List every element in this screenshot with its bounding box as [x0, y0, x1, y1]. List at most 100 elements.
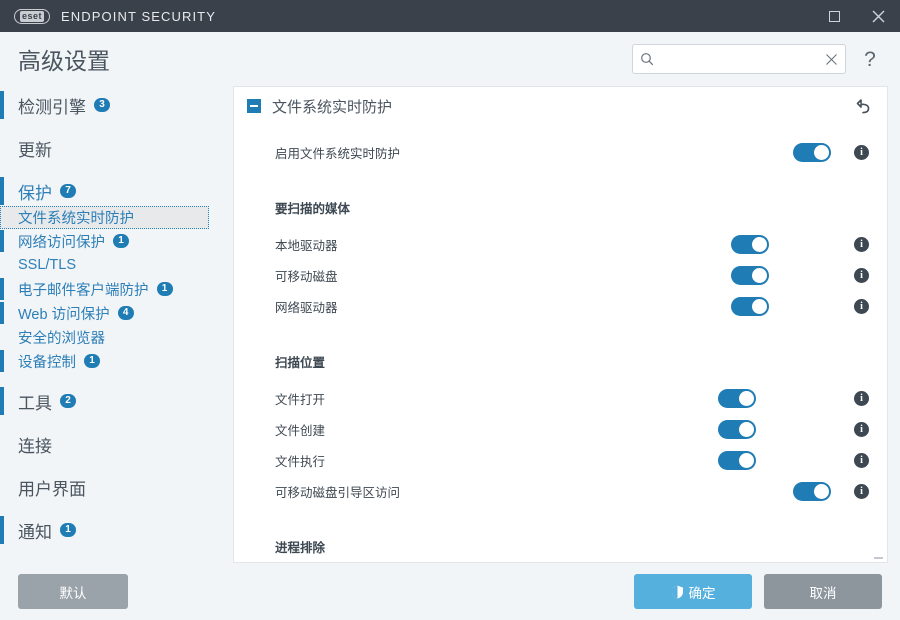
setting-label: 文件创建	[275, 424, 326, 438]
revert-button[interactable]	[856, 98, 873, 115]
sidebar-item-5[interactable]: SSL/TLS	[0, 253, 226, 277]
setting-controls: i	[338, 260, 869, 291]
nav-accent-bar	[0, 387, 4, 415]
setting-row: 可移动磁盘引导区访问 i	[234, 476, 887, 507]
setting-label: 可移动磁盘引导区访问	[275, 486, 401, 500]
sidebar-item-label: 设备控制	[18, 354, 76, 371]
info-icon[interactable]: i	[854, 237, 869, 252]
setting-toggle[interactable]	[718, 420, 757, 439]
cancel-button[interactable]: 取消	[764, 574, 882, 609]
sidebar-item-9[interactable]: 设备控制 1	[0, 349, 226, 373]
setting-controls: i	[400, 476, 869, 507]
setting-row: 启用文件系统实时防护 i	[234, 137, 887, 168]
setting-row: 网络驱动器 i	[234, 291, 887, 322]
nav-badge: 7	[60, 184, 76, 198]
sidebar-item-0[interactable]: 检测引擎 3	[0, 90, 226, 120]
nav-badge: 1	[113, 234, 129, 248]
panel-title: 文件系统实时防护	[272, 98, 393, 116]
footer-bar: 默认 确定 取消	[0, 563, 900, 620]
setting-toggle[interactable]	[793, 482, 832, 501]
sidebar-item-label: 通知	[18, 522, 52, 542]
setting-label: 文件执行	[275, 455, 326, 469]
nav-badge: 4	[117, 306, 134, 320]
setting-toggle[interactable]	[793, 143, 832, 162]
setting-toggle[interactable]	[718, 389, 757, 408]
sidebar-item-6[interactable]: 电子邮件客户端防护 1	[0, 277, 226, 301]
setting-label: 网络驱动器	[275, 301, 338, 315]
help-button[interactable]: ?	[856, 49, 884, 70]
maximize-button[interactable]	[812, 0, 856, 32]
settings-panel: 文件系统实时防护 启用文件系统实时防护 i 要扫描的媒体 本地驱动器 i 可移动磁盘 i 网络…	[233, 86, 888, 563]
info-icon[interactable]: i	[854, 145, 869, 160]
clear-search-icon[interactable]	[825, 53, 838, 66]
info-icon[interactable]: i	[854, 299, 869, 314]
sidebar-item-4[interactable]: 网络访问保护 1	[0, 229, 226, 253]
setting-row: 本地驱动器 i	[234, 229, 887, 260]
nav-accent-bar	[0, 516, 4, 544]
setting-controls: i	[325, 383, 869, 414]
sidebar-item-13[interactable]: 通知 1	[0, 515, 226, 545]
info-icon[interactable]: i	[854, 453, 869, 468]
sidebar-item-11[interactable]: 连接	[0, 429, 226, 459]
sidebar-item-10[interactable]: 工具 2	[0, 386, 226, 416]
page-header: 高级设置 ?	[0, 32, 900, 86]
toggle-knob	[739, 453, 755, 468]
title-bar: eset ENDPOINT SECURITY	[0, 0, 900, 32]
sidebar-item-2[interactable]: 保护 7	[0, 176, 226, 206]
collapse-icon[interactable]	[247, 99, 261, 113]
default-button[interactable]: 默认	[18, 574, 128, 609]
toggle-knob	[751, 268, 767, 283]
nav-accent-bar	[0, 350, 4, 372]
setting-toggle[interactable]	[718, 451, 757, 470]
panel-content: 启用文件系统实时防护 i 要扫描的媒体 本地驱动器 i 可移动磁盘 i 网络驱动器 i 扫描位置文…	[234, 125, 887, 556]
sidebar-item-label: 文件系统实时防护	[18, 211, 134, 227]
sidebar-item-label: 保护	[18, 183, 52, 203]
info-icon[interactable]: i	[854, 391, 869, 406]
setting-label: 本地驱动器	[275, 239, 338, 253]
setting-row: 文件执行 i	[234, 445, 887, 476]
search-input[interactable]	[654, 52, 825, 66]
toggle-knob	[814, 484, 830, 499]
sidebar-item-label: 更新	[18, 140, 52, 160]
toggle-knob	[751, 237, 767, 252]
info-icon[interactable]: i	[854, 268, 869, 283]
close-button[interactable]	[856, 0, 900, 32]
sidebar-item-label: 检测引擎	[18, 97, 86, 117]
sidebar-item-1[interactable]: 更新	[0, 133, 226, 163]
info-icon[interactable]: i	[854, 422, 869, 437]
setting-row: 可移动磁盘 i	[234, 260, 887, 291]
footer-actions: 确定 取消	[634, 574, 882, 609]
app-title: ENDPOINT SECURITY	[61, 8, 216, 24]
main-body: 检测引擎 3 更新保护 7 文件系统实时防护网络访问保护 1 SSL/TLS 电子邮件客户端防…	[0, 86, 900, 620]
setting-toggle[interactable]	[730, 235, 769, 254]
sidebar-item-3[interactable]: 文件系统实时防护	[0, 206, 209, 229]
sidebar-item-12[interactable]: 用户界面	[0, 472, 226, 502]
ok-button[interactable]: 确定	[634, 574, 752, 609]
sidebar-item-8[interactable]: 安全的浏览器	[0, 325, 226, 349]
setting-toggle[interactable]	[730, 297, 769, 316]
sidebar-item-label: 连接	[18, 436, 52, 456]
setting-label: 启用文件系统实时防护	[275, 147, 401, 161]
info-icon[interactable]: i	[854, 484, 869, 499]
section-title: 进程排除	[275, 541, 326, 555]
sidebar-item-7[interactable]: Web 访问保护 4	[0, 301, 226, 325]
sidebar-item-label: 安全的浏览器	[18, 330, 105, 347]
eset-logo: eset	[14, 8, 51, 24]
setting-toggle[interactable]	[730, 266, 769, 285]
sidebar-item-label: 工具	[18, 393, 52, 413]
toggle-knob	[739, 391, 755, 406]
panel-scrollbar[interactable]	[874, 557, 883, 559]
search-icon	[641, 53, 654, 66]
search-box[interactable]	[632, 44, 846, 74]
section-title: 扫描位置	[275, 356, 326, 370]
toggle-knob	[751, 299, 767, 314]
setting-label: 可移动磁盘	[275, 270, 338, 284]
sidebar-item-label: Web 访问保护	[18, 306, 110, 323]
